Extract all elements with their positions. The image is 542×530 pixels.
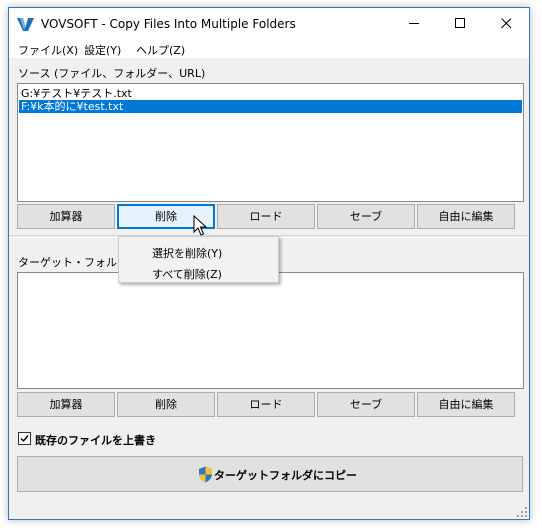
- menu-item-delete-all[interactable]: すべて削除(Z): [152, 266, 222, 282]
- source-label: ソース (ファイル、フォルダー、URL): [18, 67, 206, 80]
- source-load-button[interactable]: ロード: [217, 204, 315, 229]
- resize-grip-icon[interactable]: [517, 507, 527, 517]
- overwrite-label[interactable]: 既存のファイルを上書き: [35, 432, 156, 448]
- source-list-item-selected[interactable]: F:¥k本的に¥test.txt: [19, 100, 522, 113]
- copy-to-target-button[interactable]: ターゲットフォルダにコピー: [17, 456, 523, 492]
- target-list[interactable]: [17, 272, 524, 389]
- app-logo-icon: [17, 18, 34, 31]
- copy-button-label: ターゲットフォルダにコピー: [214, 469, 357, 482]
- source-edit-button[interactable]: 自由に編集: [417, 204, 515, 229]
- app-window: VOVSOFT - Copy Files Into Multiple Folde…: [8, 7, 530, 520]
- target-delete-button[interactable]: 削除: [117, 392, 215, 417]
- menu-file[interactable]: ファイル(X): [18, 42, 78, 58]
- target-load-button[interactable]: ロード: [217, 392, 315, 417]
- mouse-cursor-icon: [193, 215, 208, 236]
- menu-item-delete-selected[interactable]: 選択を削除(Y): [152, 245, 222, 261]
- minimize-button[interactable]: [391, 8, 437, 39]
- delete-context-menu: 選択を削除(Y) すべて削除(Z): [118, 236, 279, 283]
- close-icon: [501, 18, 512, 29]
- source-save-button[interactable]: セーブ: [317, 204, 415, 229]
- uac-shield-icon: [199, 466, 212, 483]
- menu-help[interactable]: ヘルプ(Z): [136, 42, 185, 58]
- source-list[interactable]: G:¥テスト¥テスト.txt F:¥k本的に¥test.txt: [17, 83, 524, 202]
- window-title: VOVSOFT - Copy Files Into Multiple Folde…: [41, 17, 296, 31]
- menu-bar: ファイル(X) 設定(Y) ヘルプ(Z): [9, 39, 529, 59]
- maximize-icon: [455, 18, 465, 28]
- overwrite-checkbox[interactable]: [18, 432, 31, 445]
- checkmark-icon: [20, 435, 29, 443]
- target-save-button[interactable]: セーブ: [317, 392, 415, 417]
- source-add-button[interactable]: 加算器: [17, 204, 115, 229]
- target-add-button[interactable]: 加算器: [17, 392, 115, 417]
- menu-settings[interactable]: 設定(Y): [84, 42, 121, 58]
- minimize-icon: [409, 23, 419, 24]
- maximize-button[interactable]: [437, 8, 483, 39]
- title-bar[interactable]: VOVSOFT - Copy Files Into Multiple Folde…: [9, 8, 529, 39]
- close-button[interactable]: [483, 8, 529, 39]
- target-edit-button[interactable]: 自由に編集: [417, 392, 515, 417]
- source-list-item[interactable]: G:¥テスト¥テスト.txt: [19, 87, 522, 100]
